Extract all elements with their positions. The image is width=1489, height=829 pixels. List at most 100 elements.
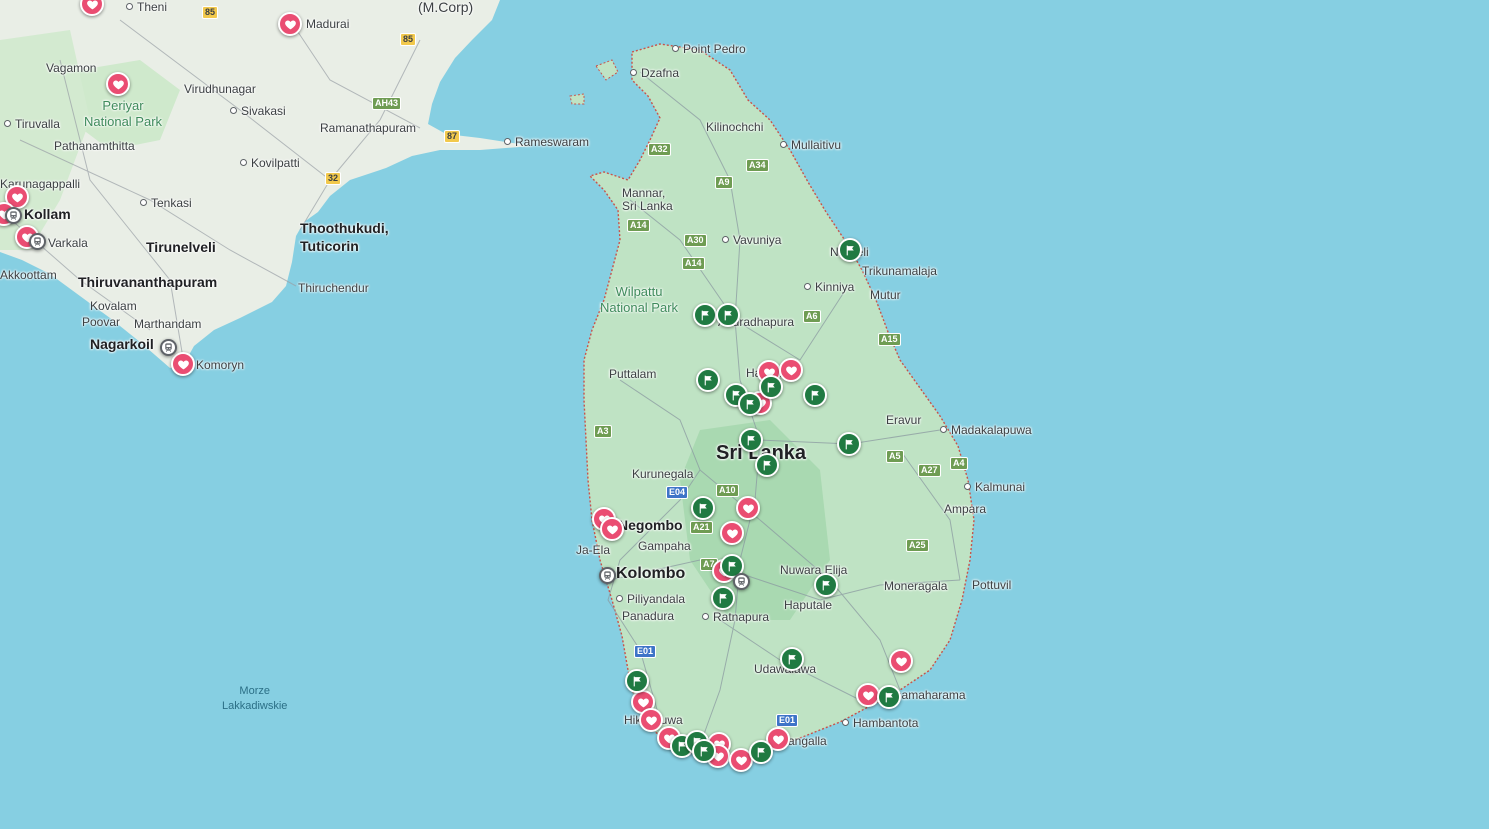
place-label: Madurai [306, 17, 350, 31]
road-shield: 87 [444, 130, 461, 143]
want-to-go-pin[interactable] [693, 303, 717, 327]
train-station-icon[interactable] [29, 233, 46, 250]
road-shield: A21 [690, 521, 713, 534]
want-to-go-pin[interactable] [759, 375, 783, 399]
place-label: Thiruvananthapuram [78, 274, 218, 290]
place-label: Point Pedro [672, 42, 746, 56]
place-label: Tenkasi [140, 196, 192, 210]
place-label: Akkoottam [0, 268, 57, 282]
place-label: Sivakasi [230, 104, 286, 118]
train-station-icon[interactable] [160, 339, 177, 356]
place-label: Haputale [784, 598, 833, 612]
place-label: Sri Lanka [622, 199, 673, 213]
road-shield: A3 [594, 425, 612, 438]
want-to-go-pin[interactable] [625, 669, 649, 693]
place-label: Pottuvil [972, 578, 1012, 592]
place-label: Panadura [622, 609, 675, 623]
place-label: Tuticorin [300, 238, 359, 254]
want-to-go-pin[interactable] [716, 303, 740, 327]
place-label: Dzafna [630, 66, 679, 80]
want-to-go-pin[interactable] [838, 238, 862, 262]
place-label: Gampaha [638, 539, 691, 553]
road-shield: A5 [886, 450, 904, 463]
park-label-periyar: Periyar National Park [84, 98, 163, 129]
train-station-icon[interactable] [599, 567, 616, 584]
place-label: Marthandam [134, 317, 202, 331]
place-label: Virudhunagar [184, 82, 256, 96]
road-shield: A14 [627, 219, 650, 232]
place-label: Rameswaram [504, 135, 589, 149]
train-station-icon[interactable] [733, 573, 750, 590]
road-shield: E01 [776, 714, 799, 727]
road-shield: A32 [648, 143, 671, 156]
want-to-go-pin[interactable] [837, 432, 861, 456]
favorite-place-pin[interactable] [639, 708, 663, 732]
place-label: Mannar, [622, 186, 666, 200]
road-shield: AH43 [372, 97, 402, 110]
road-shield: A6 [803, 310, 821, 323]
place-label: Piliyandala [616, 592, 685, 606]
road-shield: A34 [746, 159, 769, 172]
want-to-go-pin[interactable] [749, 740, 773, 764]
place-label: Moneragala [884, 579, 948, 593]
place-label: Tiruvalla [4, 117, 60, 131]
place-label: Thiruchendur [298, 281, 369, 295]
road-shield: 85 [202, 6, 219, 19]
place-label: Komoryn [196, 358, 245, 372]
road-shield: A14 [682, 257, 705, 270]
place-label: Ramanathapuram [320, 121, 417, 135]
place-label: Mullaitivu [780, 138, 841, 152]
place-label: Vavuniya [722, 233, 781, 247]
want-to-go-pin[interactable] [738, 392, 762, 416]
road-shield: A27 [918, 464, 941, 477]
favorite-place-pin[interactable] [779, 358, 803, 382]
place-label: Kurunegala [632, 467, 694, 481]
favorite-place-pin[interactable] [889, 649, 913, 673]
place-label: Trikunamalaja [862, 264, 937, 278]
place-label: Eravur [886, 413, 922, 427]
place-label: Nuwara Elija [780, 563, 848, 577]
want-to-go-pin[interactable] [780, 647, 804, 671]
place-label: Tirunelveli [146, 239, 216, 255]
want-to-go-pin[interactable] [814, 573, 838, 597]
road-shield: A9 [715, 176, 733, 189]
want-to-go-pin[interactable] [755, 453, 779, 477]
favorite-place-pin[interactable] [600, 517, 624, 541]
place-label: Thoothukudi, [300, 220, 389, 236]
road-shield: A25 [906, 539, 929, 552]
favorite-place-pin[interactable] [720, 521, 744, 545]
favorite-place-pin[interactable] [106, 72, 130, 96]
want-to-go-pin[interactable] [691, 496, 715, 520]
road-shield: A4 [950, 457, 968, 470]
park-label-wilpattu: Wilpattu National Park [600, 284, 679, 315]
want-to-go-pin[interactable] [877, 685, 901, 709]
road-shield: 85 [400, 33, 417, 46]
want-to-go-pin[interactable] [696, 368, 720, 392]
place-label: Varkala [48, 236, 88, 250]
favorite-place-pin[interactable] [171, 352, 195, 376]
favorite-place-pin[interactable] [736, 496, 760, 520]
place-label: Ampara [944, 502, 987, 516]
place-label: Kolombo [616, 565, 686, 582]
place-label: Ja-Ela [576, 543, 611, 557]
sea-label: Morze Lakkadiwskie [222, 685, 288, 712]
map-viewport[interactable]: Periyar National Park Wilpattu National … [0, 0, 1489, 829]
place-label: Kovilpatti [240, 156, 300, 170]
place-label: (M.Corp) [418, 0, 474, 15]
road-shield: A10 [716, 484, 739, 497]
want-to-go-pin[interactable] [739, 428, 763, 452]
want-to-go-pin[interactable] [803, 383, 827, 407]
place-label: Madakalapuwa [940, 423, 1032, 437]
place-label: Kinniya [804, 280, 854, 294]
place-label: Poovar [82, 315, 121, 329]
train-station-icon[interactable] [5, 207, 22, 224]
place-label: Mutur [870, 288, 901, 302]
jaffna-islets [569, 59, 619, 105]
road-shield: 32 [325, 172, 342, 185]
favorite-place-pin[interactable] [278, 12, 302, 36]
place-label: Nagarkoil [90, 336, 154, 352]
place-label: Theni [126, 0, 167, 14]
want-to-go-pin[interactable] [711, 586, 735, 610]
road-shield: A15 [878, 333, 901, 346]
want-to-go-pin[interactable] [692, 739, 716, 763]
